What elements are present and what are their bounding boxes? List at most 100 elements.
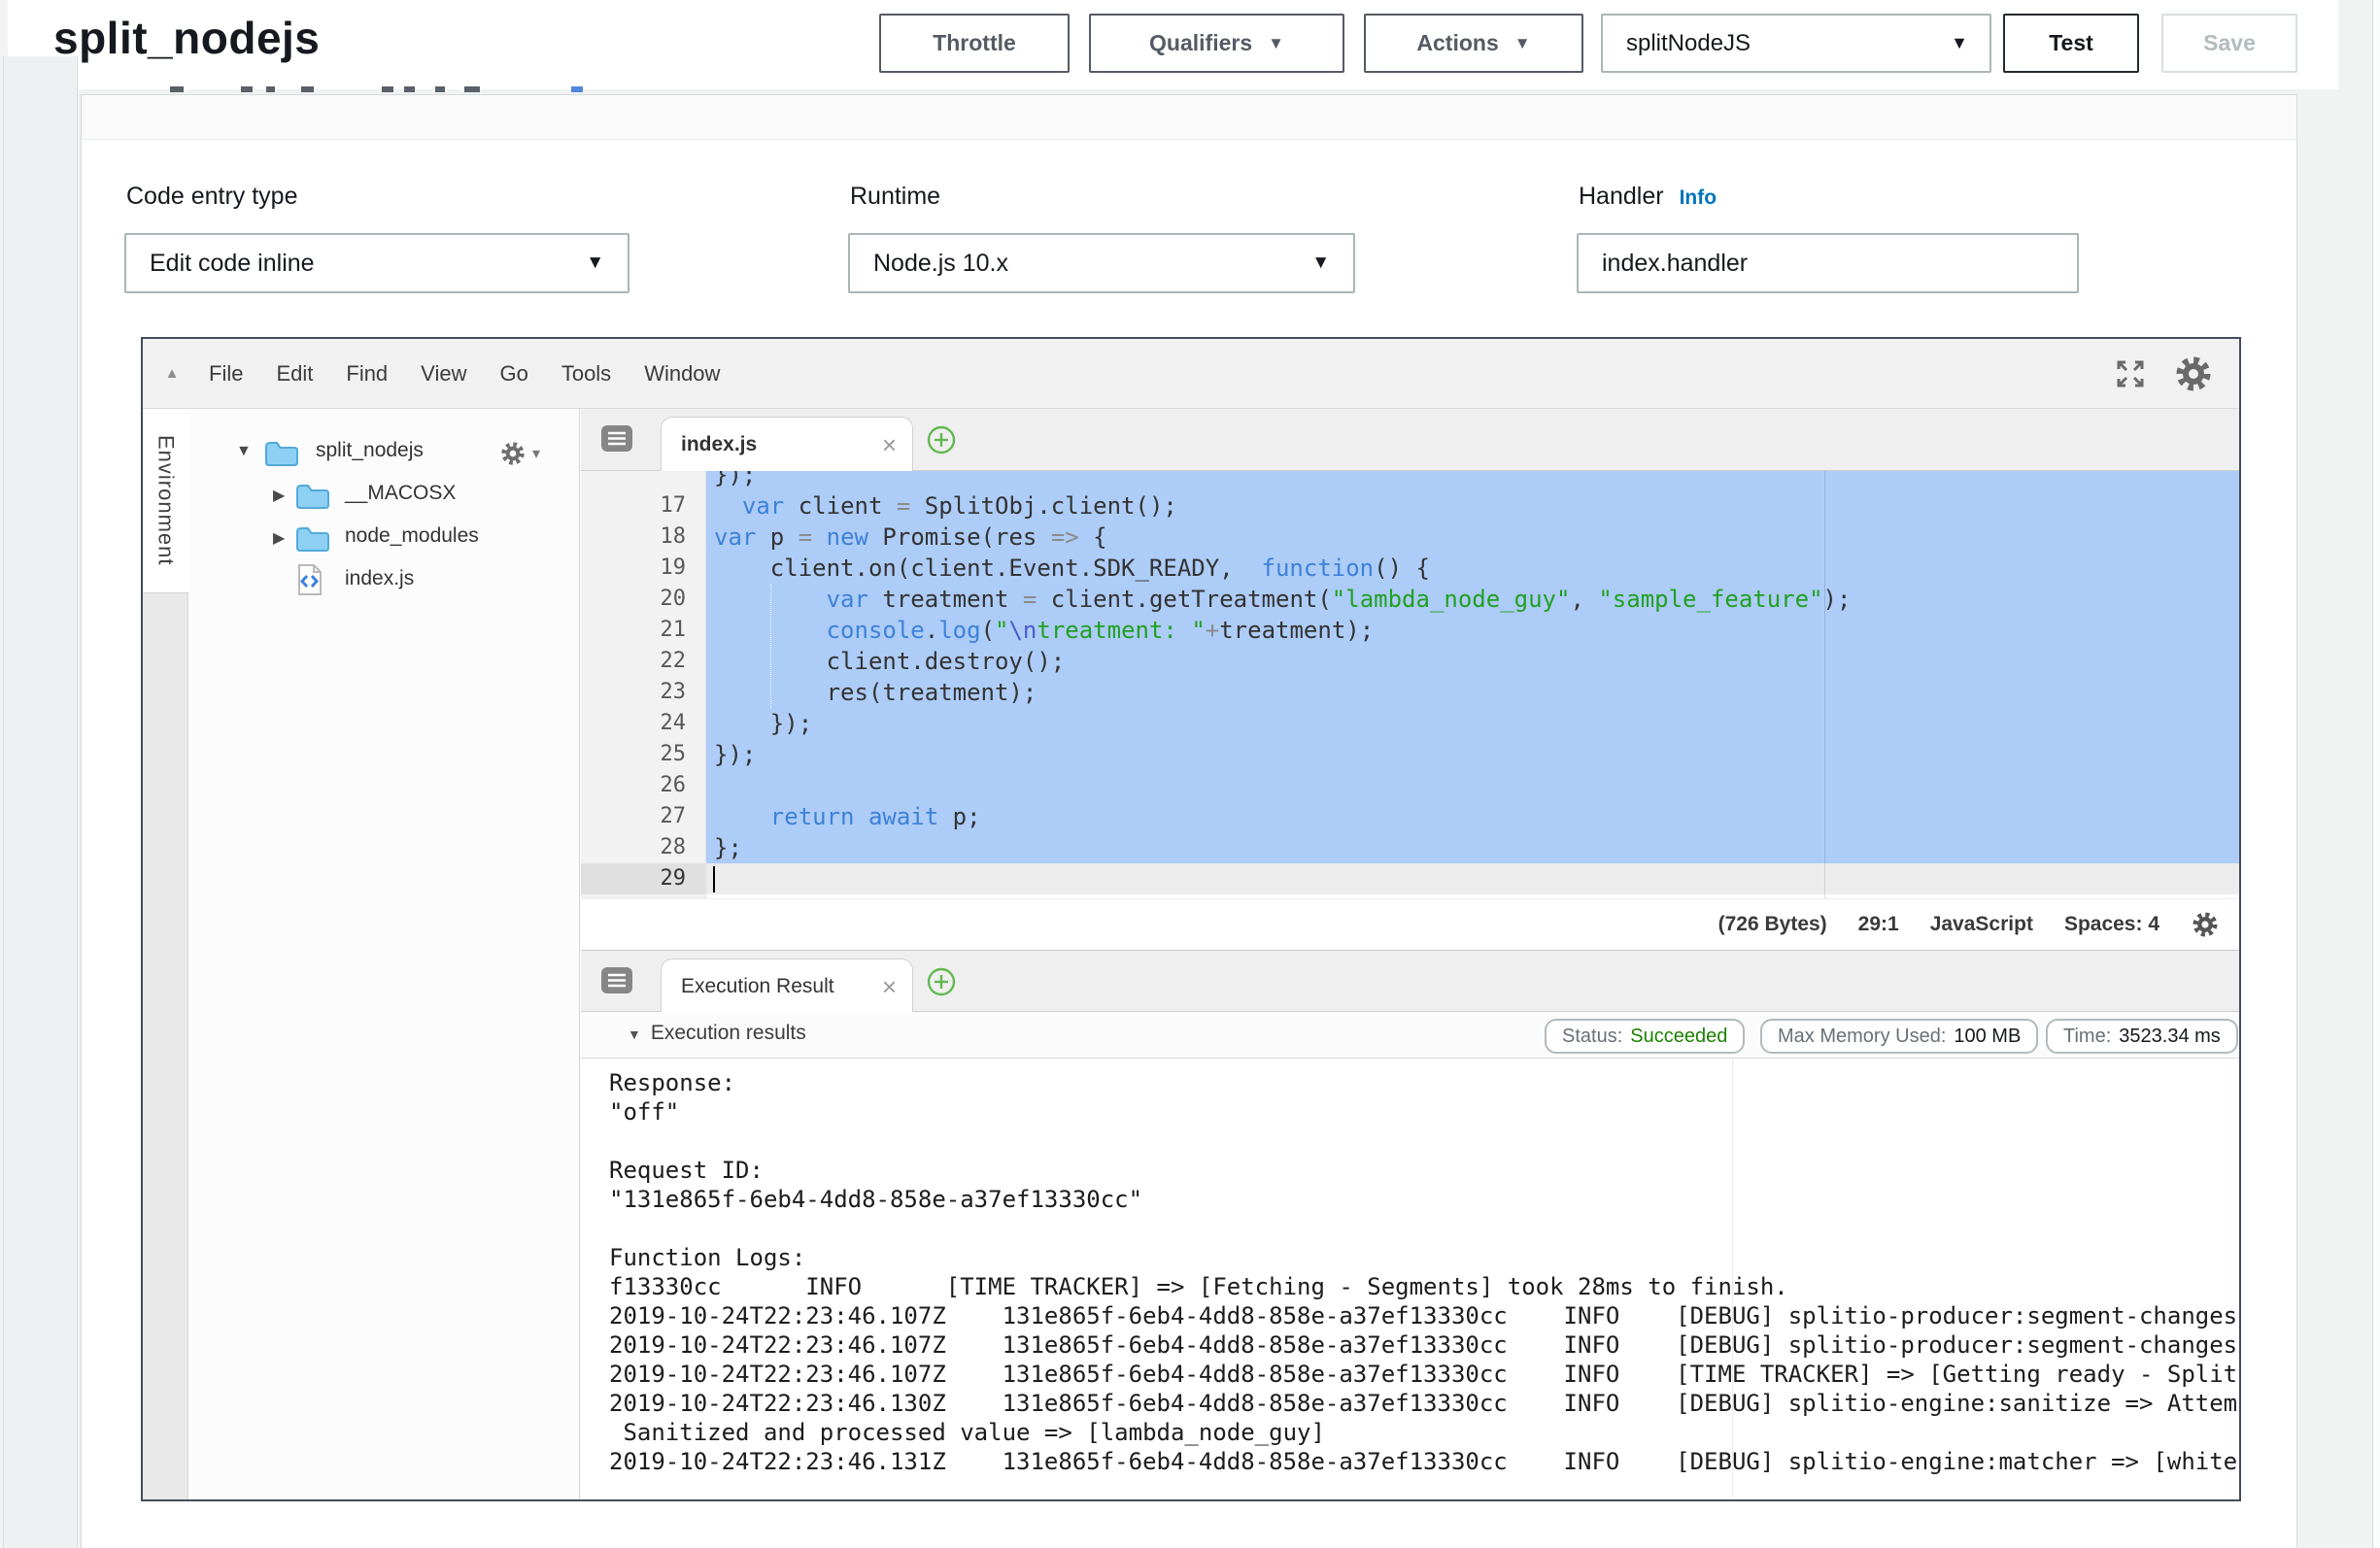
code-rows: }); var client = SplitObj.client();var p…: [706, 471, 2239, 898]
new-tab-icon[interactable]: [926, 424, 957, 455]
chevron-collapsed-icon[interactable]: ▶: [273, 486, 285, 505]
results-tabbar: Execution Result ×: [581, 950, 2239, 1012]
qualifiers-button[interactable]: Qualifiers ▼: [1089, 14, 1344, 73]
page-scrollbar-track[interactable]: [2372, 0, 2380, 1548]
qualifiers-button-label: Qualifiers: [1149, 30, 1252, 56]
handler-info-link[interactable]: Info: [1680, 186, 1717, 209]
chevron-down-icon: ▾: [532, 444, 540, 463]
lambda-console-page: split_nodejs Throttle Qualifiers ▼ Actio…: [0, 0, 2380, 1548]
gear-icon[interactable]: [2191, 910, 2220, 939]
editor-statusbar: (726 Bytes) 29:1 JavaScript Spaces: 4: [581, 898, 2239, 950]
runtime-label: Runtime: [850, 183, 940, 211]
file-tree: ▼ split_nodejs ▾ ▶: [189, 409, 580, 1499]
editor-content: index.js × 17181920212223242526272829: [581, 409, 2239, 1499]
execution-results-toolbar: ▼Execution results Status: Succeeded Max…: [581, 1012, 2239, 1059]
new-tab-icon[interactable]: [926, 966, 957, 997]
tab-list-icon[interactable]: [600, 424, 633, 454]
menu-file[interactable]: File: [209, 361, 243, 387]
menu-go[interactable]: Go: [499, 361, 527, 387]
test-event-select[interactable]: splitNodeJS ▼: [1601, 14, 1991, 73]
tree-item-indexjs-file[interactable]: index.js: [189, 560, 579, 601]
print-margin-line: [1824, 471, 1825, 898]
tree-item-label: node_modules: [345, 524, 479, 548]
clipped-text-fragment: [266, 86, 275, 92]
gear-icon[interactable]: [2173, 353, 2214, 394]
clipped-text-fragment: [464, 86, 480, 92]
clipped-text-fragment: [301, 86, 314, 92]
folder-icon: [263, 438, 300, 468]
throttle-button[interactable]: Throttle: [879, 14, 1070, 73]
chevron-expanded-icon: ▼: [628, 1026, 641, 1042]
code-entry-type-select[interactable]: Edit code inline ▼: [124, 233, 629, 293]
log-lines: Response:"off" Request ID:"131e865f-6eb4…: [609, 1068, 2237, 1476]
tree-item-root-folder[interactable]: ▼ split_nodejs ▾: [189, 432, 579, 473]
tree-item-label: split_nodejs: [316, 439, 424, 462]
chevron-down-icon: ▼: [1268, 34, 1284, 53]
menu-tools[interactable]: Tools: [561, 361, 611, 387]
status-badge: Status: Succeeded: [1545, 1019, 1745, 1054]
handler-input[interactable]: index.handler: [1577, 233, 2079, 293]
print-margin-line: [1732, 1059, 1733, 1498]
chevron-collapsed-icon[interactable]: ▶: [273, 528, 285, 548]
code-tabbar: index.js ×: [581, 409, 2239, 471]
fullscreen-icon[interactable]: [2113, 356, 2148, 391]
save-button-label: Save: [2203, 30, 2256, 56]
tree-settings-gear-icon[interactable]: ▾: [499, 440, 540, 467]
language-status: JavaScript: [1930, 913, 2033, 936]
function-name-title: split_nodejs: [53, 12, 320, 64]
tab-list-icon[interactable]: [600, 966, 633, 996]
clipped-text-fragment: [571, 86, 583, 92]
execution-log-output[interactable]: Response:"off" Request ID:"131e865f-6eb4…: [581, 1059, 2237, 1498]
editor-menus: File Edit Find View Go Tools Window: [209, 361, 720, 387]
folder-icon: [294, 481, 331, 511]
clipped-text-fragment: [404, 86, 415, 92]
handler-label: HandlerInfo: [1579, 183, 1717, 211]
handler-input-value: index.handler: [1602, 250, 1748, 278]
sidebar-tab-strip: Environment: [143, 409, 188, 1499]
tab-label: Execution Result: [681, 975, 834, 998]
environment-tab[interactable]: Environment: [143, 409, 188, 593]
clipped-text-fragment: [382, 86, 393, 92]
close-icon[interactable]: ×: [882, 432, 897, 457]
chevron-down-icon: ▼: [586, 252, 604, 274]
close-icon[interactable]: ×: [882, 974, 897, 999]
tree-item-label: index.js: [345, 567, 414, 590]
chevron-down-icon: ▼: [1311, 252, 1330, 274]
collapse-menubar-icon[interactable]: ▲: [143, 365, 201, 382]
actions-button-label: Actions: [1416, 30, 1498, 56]
execution-results-header[interactable]: ▼Execution results: [628, 1022, 806, 1045]
code-entry-type-label: Code entry type: [126, 183, 298, 211]
test-event-selected-value: splitNodeJS: [1626, 30, 1751, 57]
chevron-expanded-icon[interactable]: ▼: [236, 443, 252, 460]
menu-find[interactable]: Find: [346, 361, 388, 387]
cursor-position-status: 29:1: [1858, 913, 1899, 936]
tree-item-macosx-folder[interactable]: ▶ __MACOSX: [189, 475, 579, 516]
menu-view[interactable]: View: [421, 361, 466, 387]
tree-item-node-modules-folder[interactable]: ▶ node_modules: [189, 518, 579, 558]
text-cursor: [713, 866, 715, 892]
editor-menubar: ▲ File Edit Find View Go Tools Window: [143, 339, 2239, 409]
cloud9-editor: ▲ File Edit Find View Go Tools Window: [141, 337, 2241, 1501]
menu-edit[interactable]: Edit: [276, 361, 313, 387]
time-badge: Time: 3523.34 ms: [2046, 1019, 2238, 1054]
menu-window[interactable]: Window: [644, 361, 720, 387]
throttle-button-label: Throttle: [933, 30, 1016, 56]
tab-indexjs[interactable]: index.js ×: [661, 417, 913, 472]
runtime-select[interactable]: Node.js 10.x ▼: [848, 233, 1355, 293]
spaces-status[interactable]: Spaces: 4: [2064, 913, 2159, 936]
clipped-text-fragment: [435, 86, 445, 92]
save-button[interactable]: Save: [2161, 14, 2297, 73]
tab-execution-result[interactable]: Execution Result ×: [661, 959, 913, 1014]
environment-tab-label: Environment: [153, 435, 179, 566]
actions-button[interactable]: Actions ▼: [1364, 14, 1583, 73]
js-file-icon: [296, 563, 323, 597]
file-size-status: (726 Bytes): [1718, 913, 1827, 936]
test-button[interactable]: Test: [2003, 14, 2139, 73]
clipped-text-fragment: [170, 86, 184, 92]
code-editor-area[interactable]: 17181920212223242526272829 }); var clien…: [581, 471, 2239, 898]
code-gutter: 17181920212223242526272829: [581, 471, 706, 898]
tab-label: index.js: [681, 433, 757, 456]
card-top-strip: [82, 95, 2296, 140]
collapsed-left-panel[interactable]: [3, 56, 78, 1548]
code-entry-type-value: Edit code inline: [150, 250, 315, 278]
